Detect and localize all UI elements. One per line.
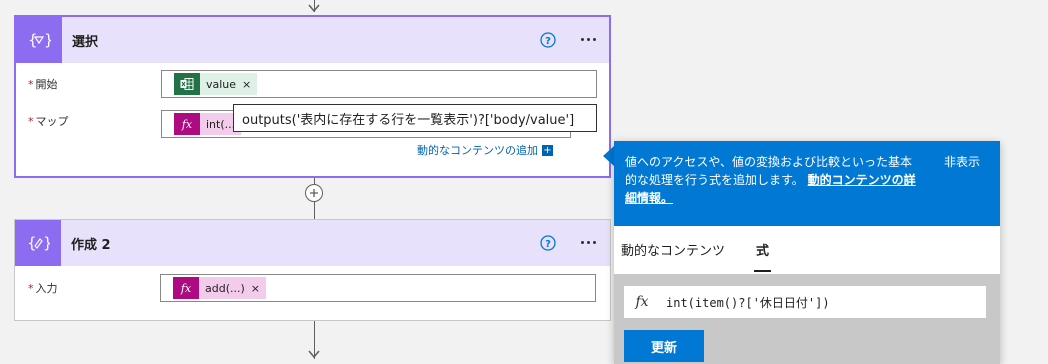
fx-icon: fx xyxy=(174,113,200,135)
panel-info-banner: 値へのアクセスや、値の変換および比較といった基本的な処理を行う式を追加します。 … xyxy=(614,141,1000,226)
arrow-down-icon xyxy=(308,350,320,359)
expression-text: int(item()?['休日日付']) xyxy=(666,295,830,310)
add-dynamic-content-label: 動的なコンテンツの追加 xyxy=(417,144,538,157)
tab-dynamic-content[interactable]: 動的なコンテンツ xyxy=(621,240,725,259)
expression-tooltip: outputs('表内に存在する行を一覧表示')?['body/value'] xyxy=(233,104,597,132)
excel-icon xyxy=(174,73,200,95)
select-braces-icon: { } xyxy=(16,17,62,63)
value-token-label: value xyxy=(206,77,237,91)
compose-input[interactable]: fx add(...) × xyxy=(160,274,596,302)
svg-text:{: { xyxy=(28,31,38,49)
plus-icon xyxy=(310,189,318,197)
more-options-icon[interactable] xyxy=(581,241,596,244)
compose-card-header[interactable]: { } 作成 2 ? xyxy=(15,220,610,266)
value-token[interactable]: value × xyxy=(174,73,258,95)
add-dynamic-content-link[interactable]: 動的なコンテンツの追加 + xyxy=(417,142,553,158)
fx-icon: fx xyxy=(635,294,649,310)
more-options-icon[interactable] xyxy=(581,38,596,41)
expression-editor-area: fx int(item()?['休日日付']) 更新 xyxy=(614,274,1000,364)
select-action-card: { } 選択 ? *開始 value × xyxy=(14,15,611,178)
plus-icon: + xyxy=(542,144,553,156)
svg-text:?: ? xyxy=(545,239,551,250)
expression-panel: 値へのアクセスや、値の変換および比較といった基本的な処理を行う式を追加します。 … xyxy=(614,141,1000,364)
from-field-label: * 開始 xyxy=(28,78,58,91)
hide-button[interactable]: 非表示 xyxy=(944,153,980,171)
svg-text:}: } xyxy=(44,31,51,49)
select-card-header[interactable]: { } 選択 ? xyxy=(16,17,609,63)
panel-caret xyxy=(603,146,614,166)
select-card-title: 選択 xyxy=(72,34,99,50)
from-input[interactable]: value × xyxy=(161,70,597,98)
help-icon[interactable]: ? xyxy=(540,235,556,251)
remove-token-icon[interactable]: × xyxy=(242,73,257,95)
expression-input[interactable]: fx int(item()?['休日日付']) xyxy=(624,286,986,318)
active-tab-indicator xyxy=(754,270,771,272)
arrow-down-icon xyxy=(308,4,320,13)
help-icon[interactable]: ? xyxy=(540,32,556,48)
expression-token[interactable]: fx int(... xyxy=(174,113,242,135)
tab-expression[interactable]: 式 xyxy=(756,240,769,259)
map-field-label: * マップ xyxy=(28,115,69,128)
panel-tabs: 動的なコンテンツ 式 xyxy=(614,226,1000,274)
add-token-label: add(...) xyxy=(205,281,245,295)
fx-icon: fx xyxy=(173,277,199,299)
compose-action-card: { } 作成 2 ? *入力 fx add(...) × xyxy=(14,219,611,321)
input-field-label: * 入力 xyxy=(28,282,58,295)
svg-text:{: { xyxy=(27,234,37,252)
svg-text:?: ? xyxy=(545,36,551,47)
remove-token-icon[interactable]: × xyxy=(251,277,266,299)
add-step-button[interactable] xyxy=(305,184,323,202)
compose-braces-icon: { } xyxy=(15,220,61,266)
expression-token[interactable]: fx add(...) × xyxy=(173,277,266,299)
update-button[interactable]: 更新 xyxy=(624,330,704,362)
compose-card-title: 作成 2 xyxy=(71,237,111,253)
svg-text:}: } xyxy=(43,234,50,252)
